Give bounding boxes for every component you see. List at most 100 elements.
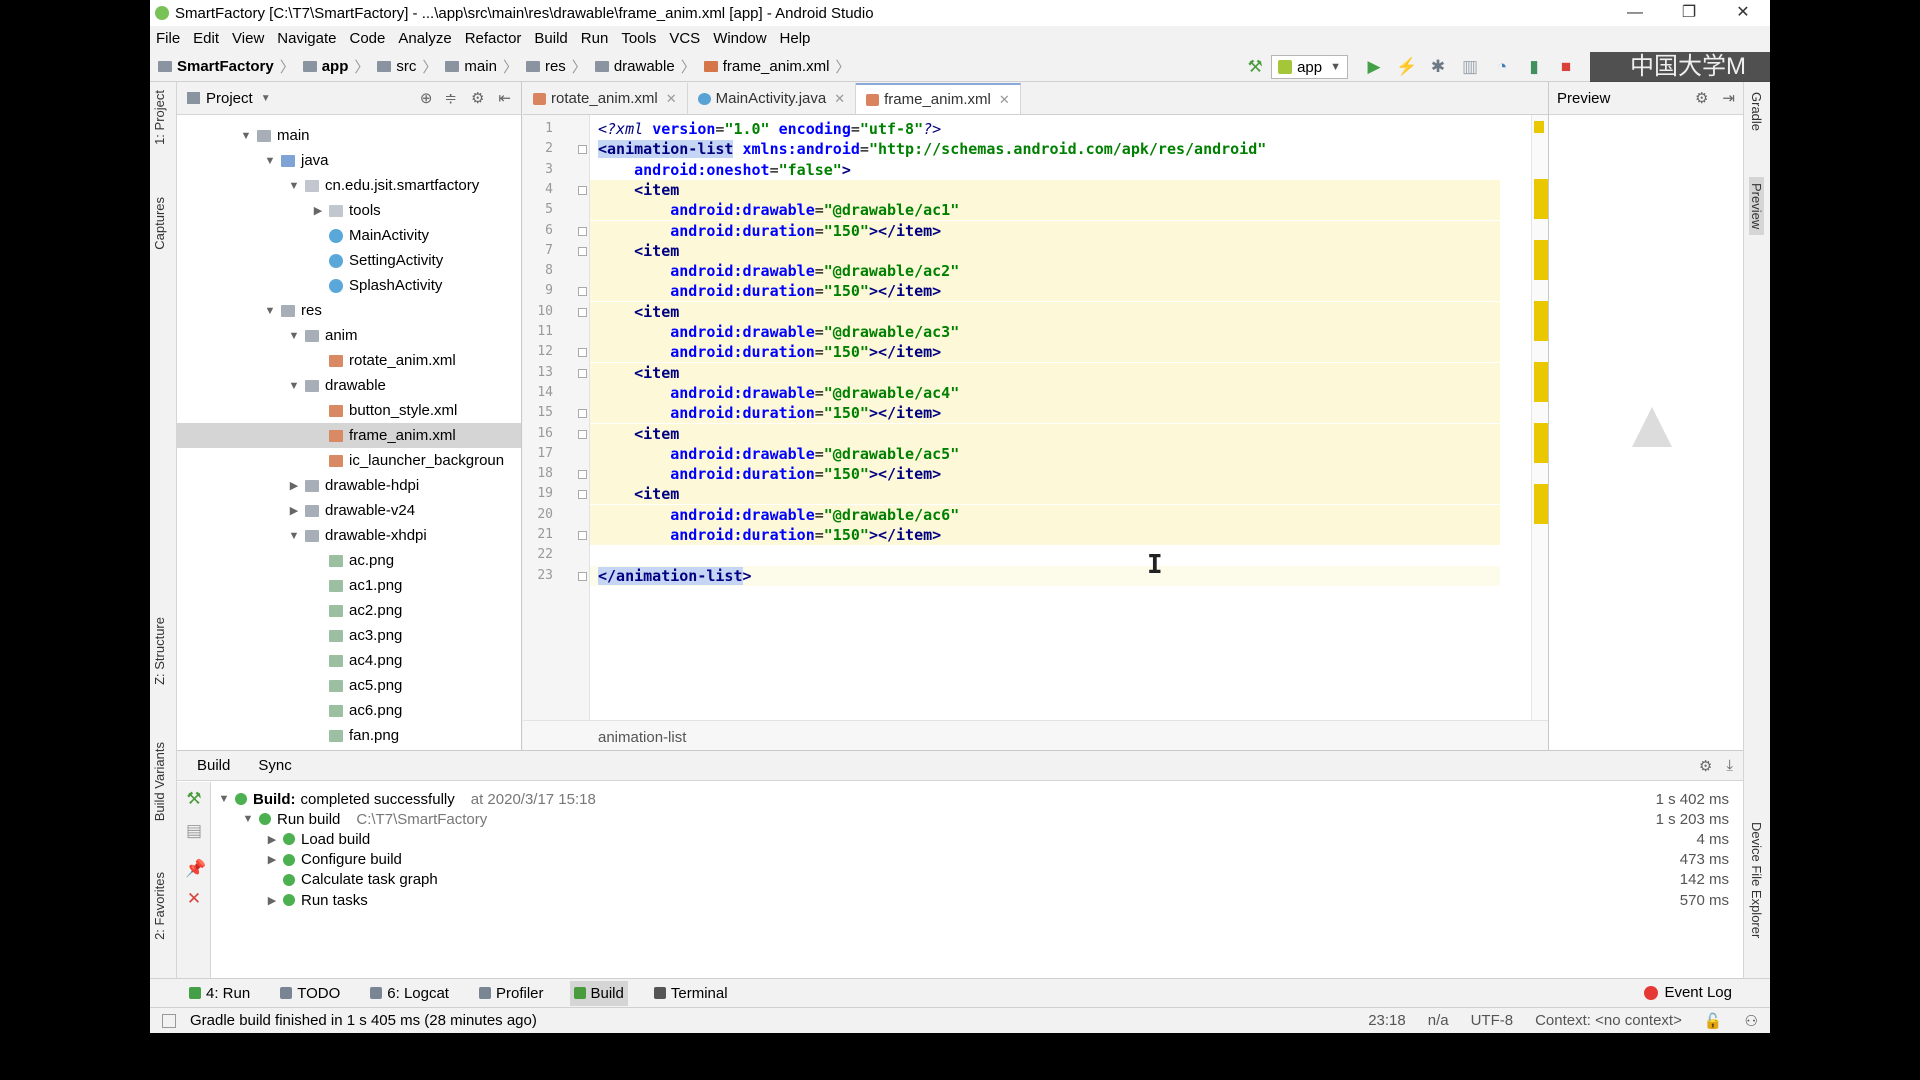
gradle-tool-tab[interactable]: Gradle xyxy=(1749,92,1764,131)
pin-icon[interactable]: 📌 xyxy=(185,860,206,878)
chevron-down-icon[interactable]: ▼ xyxy=(287,380,301,392)
code-line[interactable]: <?xml version="1.0" encoding="utf-8"?> xyxy=(590,119,1500,139)
tool-window-toggle-icon[interactable] xyxy=(162,1013,176,1028)
menu-refactor[interactable]: Refactor xyxy=(465,30,522,47)
change-marker[interactable] xyxy=(1534,179,1548,219)
bottom-tab[interactable]: Terminal xyxy=(650,981,732,1006)
fold-marker-icon[interactable] xyxy=(578,490,587,500)
debug-icon[interactable]: ✱ xyxy=(1428,57,1448,77)
tree-node[interactable]: ▼ anim xyxy=(177,323,521,348)
fold-marker-icon[interactable] xyxy=(578,409,587,419)
close-window-button[interactable]: ✕ xyxy=(1716,0,1770,26)
menu-file[interactable]: File xyxy=(156,30,180,47)
close-icon[interactable]: ✕ xyxy=(666,91,677,107)
context-indicator[interactable]: Context: <no context> xyxy=(1535,1012,1682,1029)
caret-position[interactable]: 23:18 xyxy=(1368,1012,1406,1029)
chevron-down-icon[interactable]: ▼ xyxy=(261,93,271,104)
rebuild-hammer-icon[interactable]: ⚒ xyxy=(185,790,203,808)
editor-breadcrumb[interactable]: animation-list xyxy=(523,720,1548,750)
menu-run[interactable]: Run xyxy=(581,30,609,47)
tree-node[interactable]: MainActivity xyxy=(177,223,521,248)
breadcrumb-project[interactable]: SmartFactory 〉 xyxy=(158,56,295,77)
chevron-down-icon[interactable]: ▼ xyxy=(241,813,255,825)
code-line[interactable] xyxy=(590,545,1500,565)
menu-edit[interactable]: Edit xyxy=(193,30,219,47)
fold-marker-icon[interactable] xyxy=(578,470,587,480)
inspection-status-icon[interactable] xyxy=(1534,121,1544,133)
code-line[interactable]: android:drawable="@drawable/ac1" xyxy=(590,200,1500,221)
locate-file-icon[interactable]: ⊕ xyxy=(420,89,433,107)
menu-navigate[interactable]: Navigate xyxy=(277,30,336,47)
code-line[interactable]: android:drawable="@drawable/ac2" xyxy=(590,261,1500,282)
toggle-view-icon[interactable]: ▤ xyxy=(185,822,203,840)
tree-node[interactable]: ac.png xyxy=(177,548,521,573)
sync-tab[interactable]: Sync xyxy=(258,757,291,774)
build-variants-tool-tab[interactable]: Build Variants xyxy=(152,742,167,821)
tree-node[interactable]: ▼ java xyxy=(177,148,521,173)
menu-tools[interactable]: Tools xyxy=(621,30,656,47)
structure-tool-tab[interactable]: Z: Structure xyxy=(152,617,167,685)
collapse-all-icon[interactable]: ≑ xyxy=(444,89,457,107)
chevron-down-icon[interactable]: ▼ xyxy=(287,530,301,542)
tab-main-activity[interactable]: MainActivity.java ✕ xyxy=(688,83,857,114)
run-icon[interactable]: ▶ xyxy=(1364,57,1384,77)
favorites-tool-tab[interactable]: 2: Favorites xyxy=(152,872,167,940)
stop-icon[interactable]: ■ xyxy=(1556,57,1576,77)
code-line[interactable]: </animation-list> xyxy=(590,565,1500,586)
chevron-right-icon[interactable]: ▶ xyxy=(287,479,301,492)
code-line[interactable]: <item xyxy=(590,362,1500,383)
chevron-down-icon[interactable]: ▼ xyxy=(263,305,277,317)
code-line[interactable]: android:drawable="@drawable/ac6" xyxy=(590,504,1500,525)
tree-node[interactable]: ▼ main xyxy=(177,123,521,148)
tree-node[interactable]: rotate_anim.xml xyxy=(177,348,521,373)
code-line[interactable]: android:duration="150"></item> xyxy=(590,342,1500,363)
code-line[interactable]: android:oneshot="false"> xyxy=(590,160,1500,180)
tree-node[interactable]: ac6.png xyxy=(177,698,521,723)
menu-analyze[interactable]: Analyze xyxy=(398,30,451,47)
bottom-tab[interactable]: Profiler xyxy=(475,981,548,1006)
code-line[interactable]: android:duration="150"></item> xyxy=(590,403,1500,424)
file-encoding[interactable]: UTF-8 xyxy=(1471,1012,1514,1029)
fold-marker-icon[interactable] xyxy=(578,307,587,317)
chevron-down-icon[interactable]: ▼ xyxy=(239,130,253,142)
attach-debugger-icon[interactable]: ▮ xyxy=(1524,57,1544,77)
breadcrumb-drawable[interactable]: drawable 〉 xyxy=(594,56,696,77)
tree-node[interactable]: ▼ drawable xyxy=(177,373,521,398)
tree-node[interactable]: ic_launcher_backgroun xyxy=(177,448,521,473)
chevron-right-icon[interactable]: ▶ xyxy=(311,204,325,217)
build-tab[interactable]: Build xyxy=(197,757,230,774)
tree-node[interactable]: SplashActivity xyxy=(177,273,521,298)
build-row[interactable]: ▶ Load build 4 ms xyxy=(211,829,1741,849)
breadcrumb-src[interactable]: src 〉 xyxy=(377,56,437,77)
fold-marker-icon[interactable] xyxy=(578,531,587,540)
menu-build[interactable]: Build xyxy=(534,30,567,47)
hide-panel-icon[interactable]: ⇤ xyxy=(498,89,511,107)
fold-marker-icon[interactable] xyxy=(578,226,587,236)
tree-node[interactable]: ▼ cn.edu.jsit.smartfactory xyxy=(177,173,521,198)
profile-icon[interactable]: ◔ xyxy=(1492,57,1512,77)
code-line[interactable]: <item xyxy=(590,301,1500,322)
code-line[interactable]: android:duration="150"></item> xyxy=(590,220,1500,241)
build-row[interactable]: ▼ Build: completed successfully at 2020/3/1… xyxy=(211,789,1741,809)
fold-marker-icon[interactable] xyxy=(578,348,587,358)
menu-window[interactable]: Window xyxy=(713,30,766,47)
code-line[interactable]: <item xyxy=(590,240,1500,261)
change-marker[interactable] xyxy=(1534,422,1548,463)
code-area[interactable]: <?xml version="1.0" encoding="utf-8"?> <a… xyxy=(590,115,1500,720)
project-tool-tab[interactable]: 1: Project xyxy=(152,90,167,145)
fold-marker-icon[interactable] xyxy=(578,571,587,581)
code-line[interactable]: <item xyxy=(590,484,1500,505)
breadcrumb-file[interactable]: frame_anim.xml 〉 xyxy=(703,56,850,77)
tree-node[interactable]: button_style.xml xyxy=(177,398,521,423)
change-marker[interactable] xyxy=(1534,300,1548,341)
tree-node[interactable]: SettingActivity xyxy=(177,248,521,273)
code-line[interactable]: android:duration="150"></item> xyxy=(590,525,1500,545)
device-file-explorer-tool-tab[interactable]: Device File Explorer xyxy=(1749,822,1764,938)
minimize-button[interactable]: — xyxy=(1608,0,1662,26)
fold-marker-icon[interactable] xyxy=(578,246,587,256)
captures-tool-tab[interactable]: Captures xyxy=(152,197,167,250)
chevron-right-icon[interactable]: ▶ xyxy=(265,894,279,907)
fold-marker-icon[interactable] xyxy=(578,185,587,195)
chevron-down-icon[interactable]: ▼ xyxy=(287,330,301,342)
breadcrumb-res[interactable]: res 〉 xyxy=(525,56,587,77)
